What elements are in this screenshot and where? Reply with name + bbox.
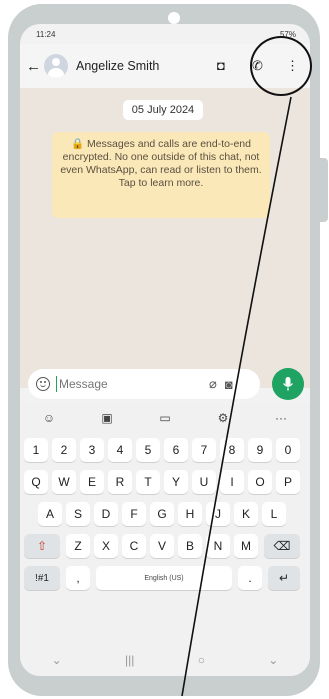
- annotation-pointer-line: [181, 96, 292, 697]
